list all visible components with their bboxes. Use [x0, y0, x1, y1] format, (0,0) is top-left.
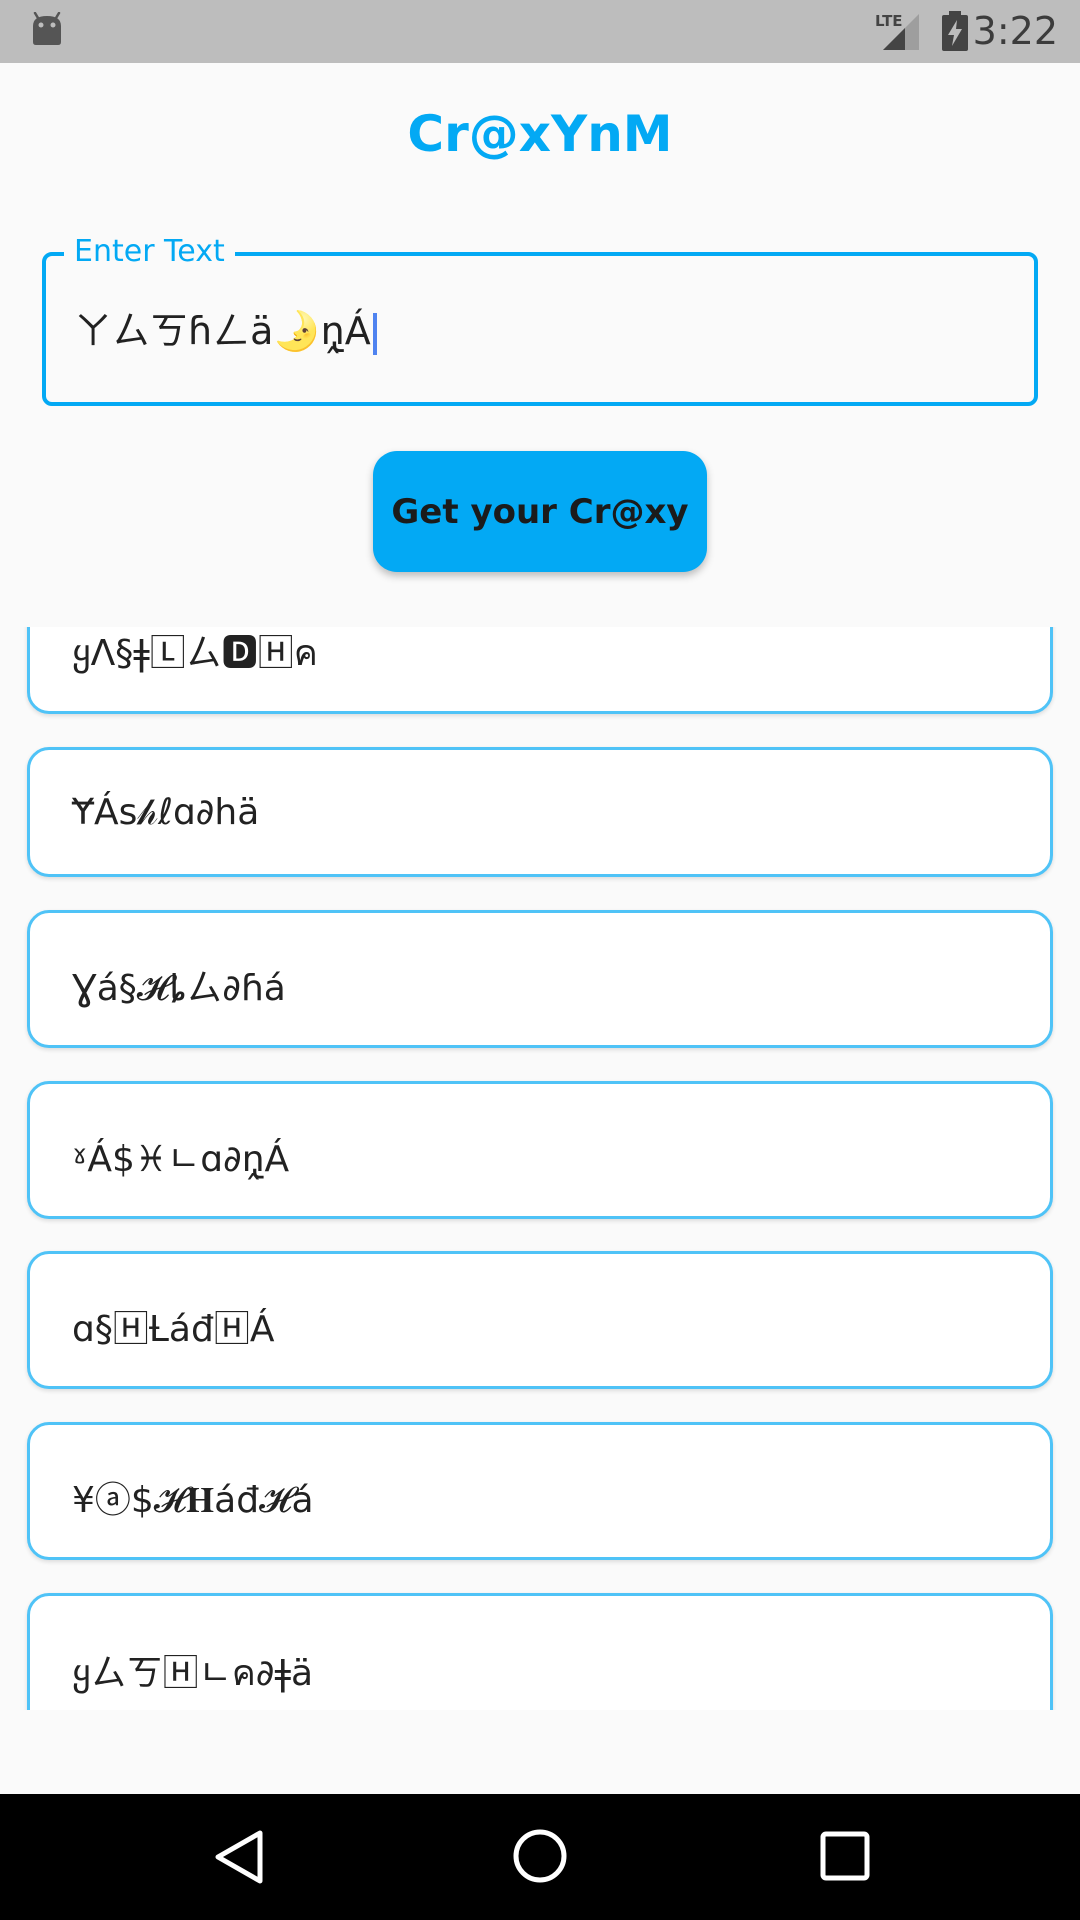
results-list[interactable]: ყΛ§ǂ🄻ㄙ🅳🄷ค ɎÁs𝒽ℓɑ∂hä Ɣá§𝓗ȴㄙ∂ɦá ˠÁ$♓ㄴɑ∂ṋ̢Á…: [0, 627, 1080, 1710]
result-text: ყㄙㄎ🄷ㄴค∂ǂä: [72, 1653, 314, 1694]
result-card[interactable]: ყㄙㄎ🄷ㄴค∂ǂä: [27, 1593, 1053, 1710]
result-card[interactable]: ˠÁ$♓ㄴɑ∂ṋ̢Á: [27, 1081, 1053, 1219]
app-title: Cr@xYnM: [407, 105, 673, 163]
lte-signal-icon: LTE: [875, 12, 919, 50]
home-icon[interactable]: [511, 1827, 569, 1885]
result-card[interactable]: ɑ§🄷Ƚáđ🄷Á: [27, 1251, 1053, 1389]
get-craxy-button[interactable]: Get your Cr@xy: [373, 451, 707, 572]
text-cursor: [372, 312, 377, 355]
text-input-field[interactable]: Enter Text ㄚㄙㄎɦㄥä🌛ṋ̢Á: [42, 232, 1038, 406]
result-card[interactable]: ყΛ§ǂ🄻ㄙ🅳🄷ค: [27, 627, 1053, 714]
result-card[interactable]: Ɣá§𝓗ȴㄙ∂ɦá: [27, 910, 1053, 1048]
network-label: LTE: [875, 12, 903, 30]
back-icon[interactable]: [210, 1827, 270, 1887]
result-card[interactable]: ¥ⓐ$𝓗𝐇áđ𝓗á: [27, 1422, 1053, 1560]
result-text: ˠÁ$♓ㄴɑ∂ṋ̢Á: [72, 1139, 290, 1180]
text-input-value[interactable]: ㄚㄙㄎɦㄥä🌛ṋ̢Á: [74, 306, 377, 356]
status-time: 3:22: [972, 9, 1058, 53]
status-bar: LTE 3:22: [0, 0, 1080, 63]
result-text: ყΛ§ǂ🄻ㄙ🅳🄷ค: [72, 633, 318, 674]
result-text: ¥ⓐ$𝓗𝐇áđ𝓗á: [72, 1480, 314, 1521]
result-card[interactable]: ɎÁs𝒽ℓɑ∂hä: [27, 747, 1053, 877]
result-text: ɎÁs𝒽ℓɑ∂hä: [72, 792, 260, 833]
recent-apps-icon[interactable]: [818, 1829, 872, 1883]
result-text: Ɣá§𝓗ȴㄙ∂ɦá: [72, 968, 286, 1009]
text-input-label: Enter Text: [64, 232, 235, 272]
result-text: ɑ§🄷Ƚáđ🄷Á: [72, 1309, 275, 1350]
android-icon: [33, 12, 61, 45]
text-input-content: ㄚㄙㄎɦㄥä🌛ṋ̢Á: [74, 309, 371, 353]
navigation-bar: [0, 1794, 1080, 1920]
battery-charging-icon: [942, 11, 968, 51]
